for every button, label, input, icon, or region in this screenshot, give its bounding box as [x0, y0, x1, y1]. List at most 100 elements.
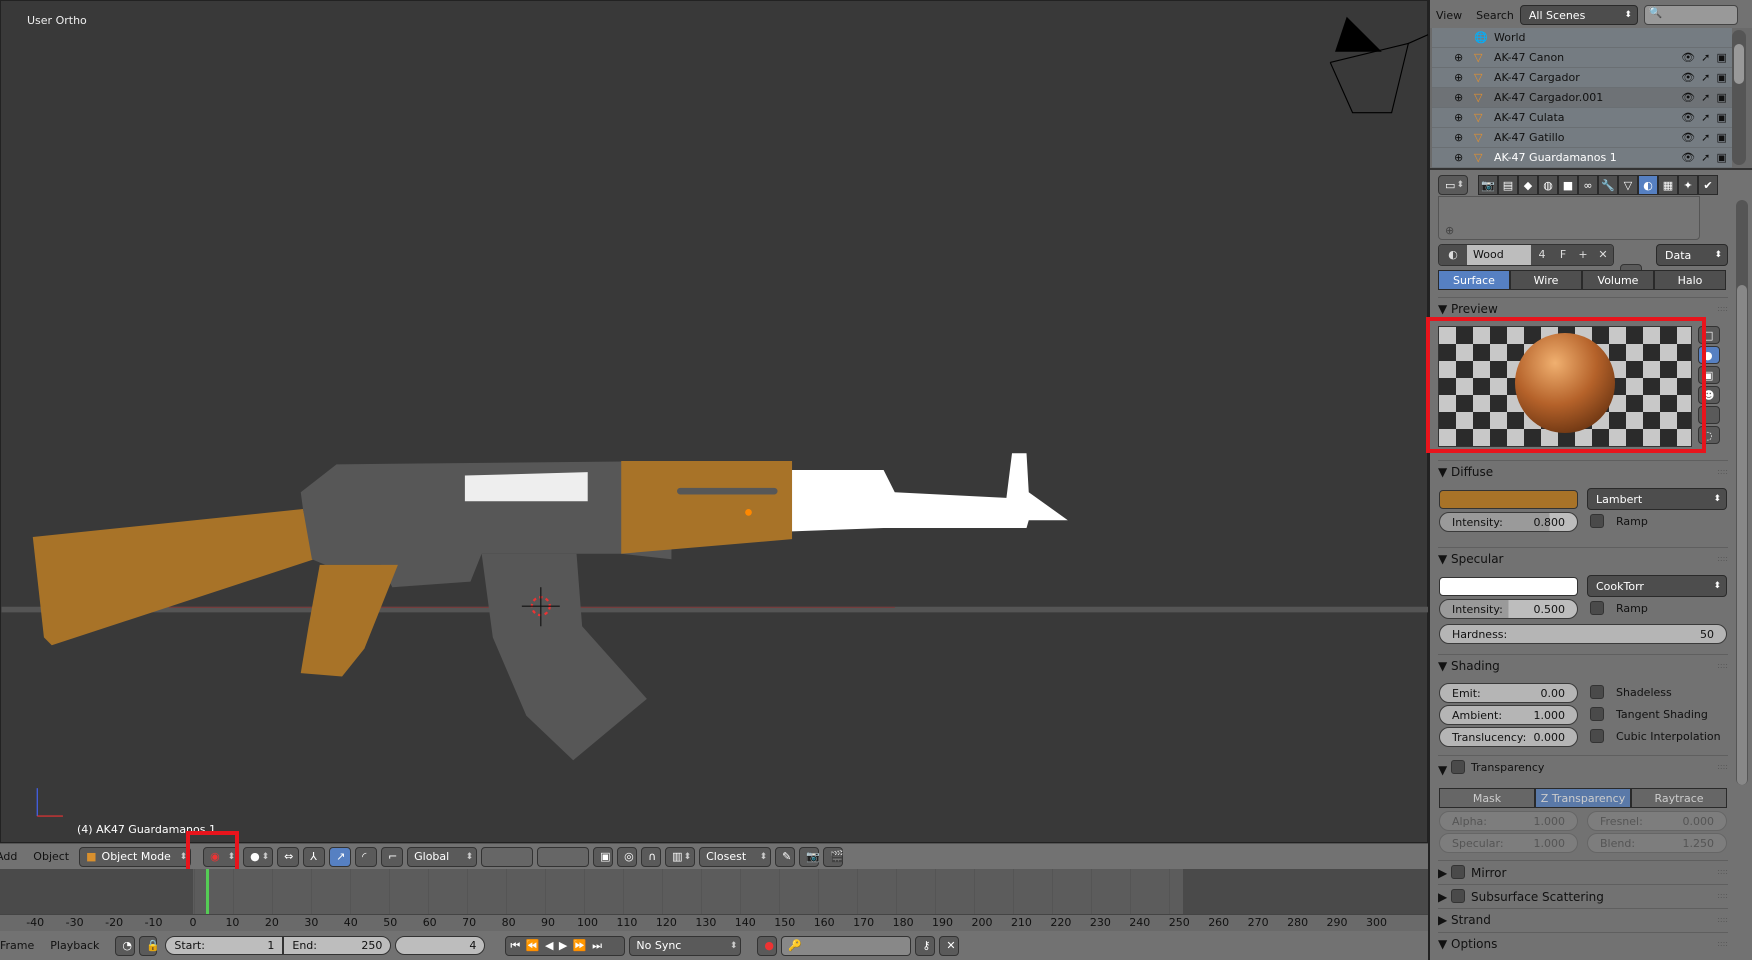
- hardness-field[interactable]: Hardness: 50: [1439, 624, 1727, 644]
- expand-icon[interactable]: ⊕: [1454, 131, 1463, 144]
- material-browse-icon[interactable]: ◐: [1439, 245, 1467, 265]
- add-menu[interactable]: Add: [0, 850, 23, 863]
- mode-select[interactable]: ■ Object Mode: [79, 846, 192, 867]
- select-arrow-icon[interactable]: ➚: [1701, 151, 1710, 164]
- cubic-interpolation-checkbox[interactable]: Cubic Interpolation: [1590, 729, 1721, 743]
- tab-wire[interactable]: Wire: [1510, 270, 1582, 290]
- panel-options[interactable]: ▼ Options::::: [1438, 932, 1728, 951]
- blend-field[interactable]: Blend: 1.250: [1587, 833, 1727, 853]
- search-input[interactable]: 🔍: [1643, 5, 1738, 25]
- tab-mask[interactable]: Mask: [1439, 788, 1535, 808]
- panel-strand[interactable]: ▶ Strand::::: [1438, 908, 1728, 927]
- tab-texture[interactable]: ▦: [1658, 175, 1678, 195]
- diffuse-ramp-checkbox[interactable]: Ramp: [1590, 514, 1648, 528]
- expand-icon[interactable]: ⊕: [1454, 91, 1463, 104]
- new-material-icon[interactable]: +: [1573, 245, 1593, 265]
- outliner-item[interactable]: ⊕ ▽ AK-47 Gatillo 👁 ➚ ▣: [1432, 128, 1732, 148]
- outliner-item[interactable]: ⊕ ▽ AK-47 Cargador.001 👁 ➚ ▣: [1432, 88, 1732, 108]
- proportional-edit-button[interactable]: ◎: [617, 846, 638, 867]
- visibility-eye-icon[interactable]: 👁: [1681, 131, 1695, 144]
- diffuse-shader-select[interactable]: Lambert: [1587, 488, 1727, 510]
- translate-button[interactable]: ↗: [329, 846, 352, 867]
- panel-diffuse[interactable]: ▼ Diffuse::::: [1438, 460, 1728, 479]
- properties-scrollbar[interactable]: [1736, 200, 1748, 785]
- expand-icon[interactable]: ⊕: [1454, 151, 1463, 164]
- keying-set-field[interactable]: 🔑: [781, 935, 912, 956]
- panel-mirror[interactable]: ▶ Mirror::::: [1438, 860, 1728, 880]
- lock-layers-button[interactable]: ▣: [593, 846, 614, 867]
- tab-physics[interactable]: ✔: [1698, 175, 1718, 195]
- scale-button[interactable]: ⌐: [381, 846, 404, 867]
- start-frame-field[interactable]: Start: 1: [165, 936, 284, 955]
- specular-ramp-checkbox[interactable]: Ramp: [1590, 601, 1648, 615]
- keying-set-button[interactable]: ◔: [115, 935, 136, 956]
- emit-field[interactable]: Emit: 0.00: [1439, 683, 1578, 703]
- tab-surface[interactable]: Surface: [1438, 270, 1510, 290]
- specular-color-swatch[interactable]: [1439, 577, 1578, 596]
- display-mode-select[interactable]: All Scenes: [1519, 5, 1638, 25]
- tab-z-transparency[interactable]: Z Transparency: [1535, 788, 1631, 808]
- visibility-eye-icon[interactable]: 👁: [1681, 111, 1695, 124]
- tab-render[interactable]: 📷: [1478, 175, 1498, 195]
- lock-icon[interactable]: 🔒: [139, 935, 160, 956]
- visibility-eye-icon[interactable]: 👁: [1681, 151, 1695, 164]
- render-camera-icon[interactable]: ▣: [1717, 151, 1727, 164]
- tab-constraints[interactable]: ∞: [1578, 175, 1598, 195]
- panel-transparency[interactable]: ▼ Transparency::::: [1438, 755, 1728, 777]
- view-menu[interactable]: View: [1436, 9, 1462, 22]
- panel-enable-checkbox[interactable]: [1451, 889, 1466, 903]
- render-animation-button[interactable]: 🎬: [823, 846, 844, 867]
- insert-keyframe-button[interactable]: ⚷: [915, 935, 936, 956]
- material-name-field[interactable]: Wood: [1467, 245, 1531, 265]
- tab-raytrace[interactable]: Raytrace: [1631, 788, 1727, 808]
- visibility-eye-icon[interactable]: 👁: [1681, 51, 1695, 64]
- fresnel-field[interactable]: Fresnel: 0.000: [1587, 811, 1727, 831]
- diffuse-color-swatch[interactable]: [1439, 490, 1578, 509]
- select-arrow-icon[interactable]: ➚: [1701, 111, 1710, 124]
- tab-scene[interactable]: ◆: [1518, 175, 1538, 195]
- tab-world[interactable]: ◍: [1538, 175, 1558, 195]
- render-camera-icon[interactable]: ▣: [1717, 71, 1727, 84]
- panel-preview[interactable]: ▼ Preview::::: [1438, 297, 1728, 316]
- select-arrow-icon[interactable]: ➚: [1701, 71, 1710, 84]
- tangent-shading-checkbox[interactable]: Tangent Shading: [1590, 707, 1708, 721]
- expand-icon[interactable]: ⊕: [1454, 71, 1463, 84]
- specular-alpha-field[interactable]: Specular: 1.000: [1439, 833, 1578, 853]
- editor-type-select[interactable]: ▭: [1438, 175, 1468, 195]
- render-camera-icon[interactable]: ▣: [1717, 91, 1727, 104]
- current-frame-marker[interactable]: [206, 869, 209, 914]
- tab-material[interactable]: ◐: [1638, 175, 1658, 195]
- outliner-item[interactable]: ⊕ ▽ AK-47 Guardamanos 1 👁 ➚ ▣: [1432, 148, 1732, 168]
- 3d-viewport[interactable]: User Ortho (4) AK47 Guardamanos 1: [0, 0, 1429, 844]
- panel-specular[interactable]: ▼ Specular::::: [1438, 547, 1728, 566]
- visibility-eye-icon[interactable]: 👁: [1681, 71, 1695, 84]
- tab-object[interactable]: ■: [1558, 175, 1578, 195]
- tab-data[interactable]: ▽: [1618, 175, 1638, 195]
- tab-volume[interactable]: Volume: [1582, 270, 1654, 290]
- outliner-item[interactable]: ⊕ ▽ AK-47 Culata 👁 ➚ ▣: [1432, 108, 1732, 128]
- outliner-item-world[interactable]: 🌐 World: [1432, 28, 1732, 48]
- panel-shading[interactable]: ▼ Shading::::: [1438, 654, 1728, 673]
- snap-align-button[interactable]: ✎: [775, 846, 796, 867]
- material-slots-list[interactable]: ⊕: [1438, 196, 1700, 240]
- ak47-model[interactable]: [1, 1, 1429, 844]
- diffuse-intensity-field[interactable]: Intensity: 0.800: [1439, 512, 1578, 532]
- alpha-field[interactable]: Alpha: 1.000: [1439, 811, 1578, 831]
- outliner-item[interactable]: ⊕ ▽ AK-47 Canon 👁 ➚ ▣: [1432, 48, 1732, 68]
- layers-1[interactable]: [481, 846, 534, 867]
- rotate-button[interactable]: ◜: [355, 846, 378, 867]
- end-frame-field[interactable]: End: 250: [283, 936, 392, 955]
- shadeless-checkbox[interactable]: Shadeless: [1590, 685, 1672, 699]
- tab-halo[interactable]: Halo: [1654, 270, 1726, 290]
- tab-particles[interactable]: ✦: [1678, 175, 1698, 195]
- snap-target-select[interactable]: Closest: [699, 846, 772, 867]
- playback-menu[interactable]: Playback: [44, 939, 105, 952]
- object-menu[interactable]: Object: [27, 850, 75, 863]
- render-camera-icon[interactable]: ▣: [1717, 131, 1727, 144]
- fake-user-button[interactable]: F: [1553, 245, 1573, 265]
- layers-2[interactable]: [537, 846, 590, 867]
- specular-shader-select[interactable]: CookTorr: [1587, 575, 1727, 597]
- sync-select[interactable]: No Sync: [629, 935, 742, 956]
- panel-enable-checkbox[interactable]: [1451, 865, 1466, 879]
- visibility-eye-icon[interactable]: 👁: [1681, 91, 1695, 104]
